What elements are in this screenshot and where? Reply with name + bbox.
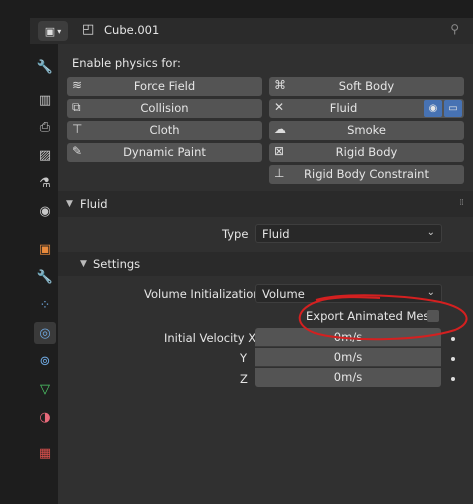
volume-initialization-label: Volume Initialization <box>144 287 261 301</box>
render-tab-icon[interactable]: ▥ <box>34 89 56 111</box>
fluid-panel-title: Fluid <box>80 197 108 211</box>
settings-panel-title: Settings <box>93 257 141 271</box>
export-animated-mesh-checkbox[interactable] <box>427 310 439 322</box>
initial-velocity-x-label: Initial Velocity X <box>164 331 257 345</box>
object-name: Cube.001 <box>104 23 160 37</box>
keyframe-dot-icon[interactable] <box>451 357 455 361</box>
initial-velocity-y-label: Y <box>240 351 248 365</box>
smoke-button[interactable]: ☁ Smoke <box>269 121 464 140</box>
type-label: Type <box>222 227 249 241</box>
export-animated-mesh-label: Export Animated Mesh <box>306 309 437 323</box>
expand-arrow-icon: ▼ <box>66 199 73 209</box>
editor-type-icon: ▣ <box>44 24 56 38</box>
expand-arrow-icon: ▼ <box>80 259 87 269</box>
texture-tab-icon[interactable]: ▦ <box>34 442 56 464</box>
initial-velocity-z-label: Z <box>240 372 248 386</box>
initial-velocity-x-field[interactable]: 0m/s <box>255 328 441 347</box>
pin-icon[interactable]: ⚲ <box>450 22 459 36</box>
force-field-button[interactable]: ≋ Force Field <box>67 77 262 96</box>
fluid-button[interactable]: ✕ Fluid ◉ ▭ <box>269 99 464 118</box>
properties-header: ▣ ▾ ◰ Cube.001 ⚲ <box>30 18 473 44</box>
viewport-visibility-icon[interactable]: ▭ <box>444 100 462 117</box>
output-tab-icon[interactable]: ⎙ <box>34 116 56 138</box>
object-data-tab-icon[interactable]: ▽ <box>34 378 56 400</box>
constraints-tab-icon[interactable]: ⊚ <box>34 350 56 372</box>
object-data-icon: ◰ <box>82 22 95 37</box>
collision-button[interactable]: ⧉ Collision <box>67 99 262 118</box>
properties-tabs: 🔧 ▥ ⎙ ▨ ⚗ ◉ ▣ 🔧 ⁘ ◎ ⊚ ▽ ◑ ▦ <box>30 44 58 504</box>
view-layer-tab-icon[interactable]: ▨ <box>34 144 56 166</box>
rigid-body-button[interactable]: ⊠ Rigid Body <box>269 143 464 162</box>
drag-handle-icon[interactable]: ⁞⁞ <box>459 198 464 208</box>
keyframe-dot-icon[interactable] <box>451 377 455 381</box>
physics-panel: Enable physics for: ≋ Force Field ⌘ Soft… <box>58 44 473 504</box>
fluid-panel-header[interactable]: ▼ Fluid ⁞⁞ <box>58 191 473 217</box>
chevron-down-icon: ⌄ <box>426 287 435 298</box>
material-tab-icon[interactable]: ◑ <box>34 406 56 428</box>
soft-body-button[interactable]: ⌘ Soft Body <box>269 77 464 96</box>
rigid-body-constraint-button[interactable]: ⊥ Rigid Body Constraint <box>269 165 464 184</box>
cloth-button[interactable]: ⊤ Cloth <box>67 121 262 140</box>
enable-physics-label: Enable physics for: <box>72 56 181 70</box>
chevron-down-icon: ▾ <box>57 26 62 36</box>
editor-type-button[interactable]: ▣ ▾ <box>38 21 68 41</box>
scene-tab-icon[interactable]: ⚗ <box>34 172 56 194</box>
initial-velocity-z-field[interactable]: 0m/s <box>255 368 441 387</box>
tool-tab-icon[interactable]: 🔧 <box>34 56 56 78</box>
modifier-tab-icon[interactable]: 🔧 <box>34 266 56 288</box>
particles-tab-icon[interactable]: ⁘ <box>34 294 56 316</box>
camera-visibility-icon[interactable]: ◉ <box>424 100 442 117</box>
keyframe-dot-icon[interactable] <box>451 337 455 341</box>
physics-tab-icon[interactable]: ◎ <box>34 322 56 344</box>
object-tab-icon[interactable]: ▣ <box>34 238 56 260</box>
world-tab-icon[interactable]: ◉ <box>34 200 56 222</box>
volume-initialization-dropdown[interactable]: Volume ⌄ <box>255 284 442 303</box>
settings-panel-header[interactable]: ▼ Settings <box>58 252 473 276</box>
dynamic-paint-button[interactable]: ✎ Dynamic Paint <box>67 143 262 162</box>
chevron-down-icon: ⌄ <box>426 227 435 238</box>
initial-velocity-y-field[interactable]: 0m/s <box>255 348 441 367</box>
type-dropdown[interactable]: Fluid ⌄ <box>255 224 442 243</box>
